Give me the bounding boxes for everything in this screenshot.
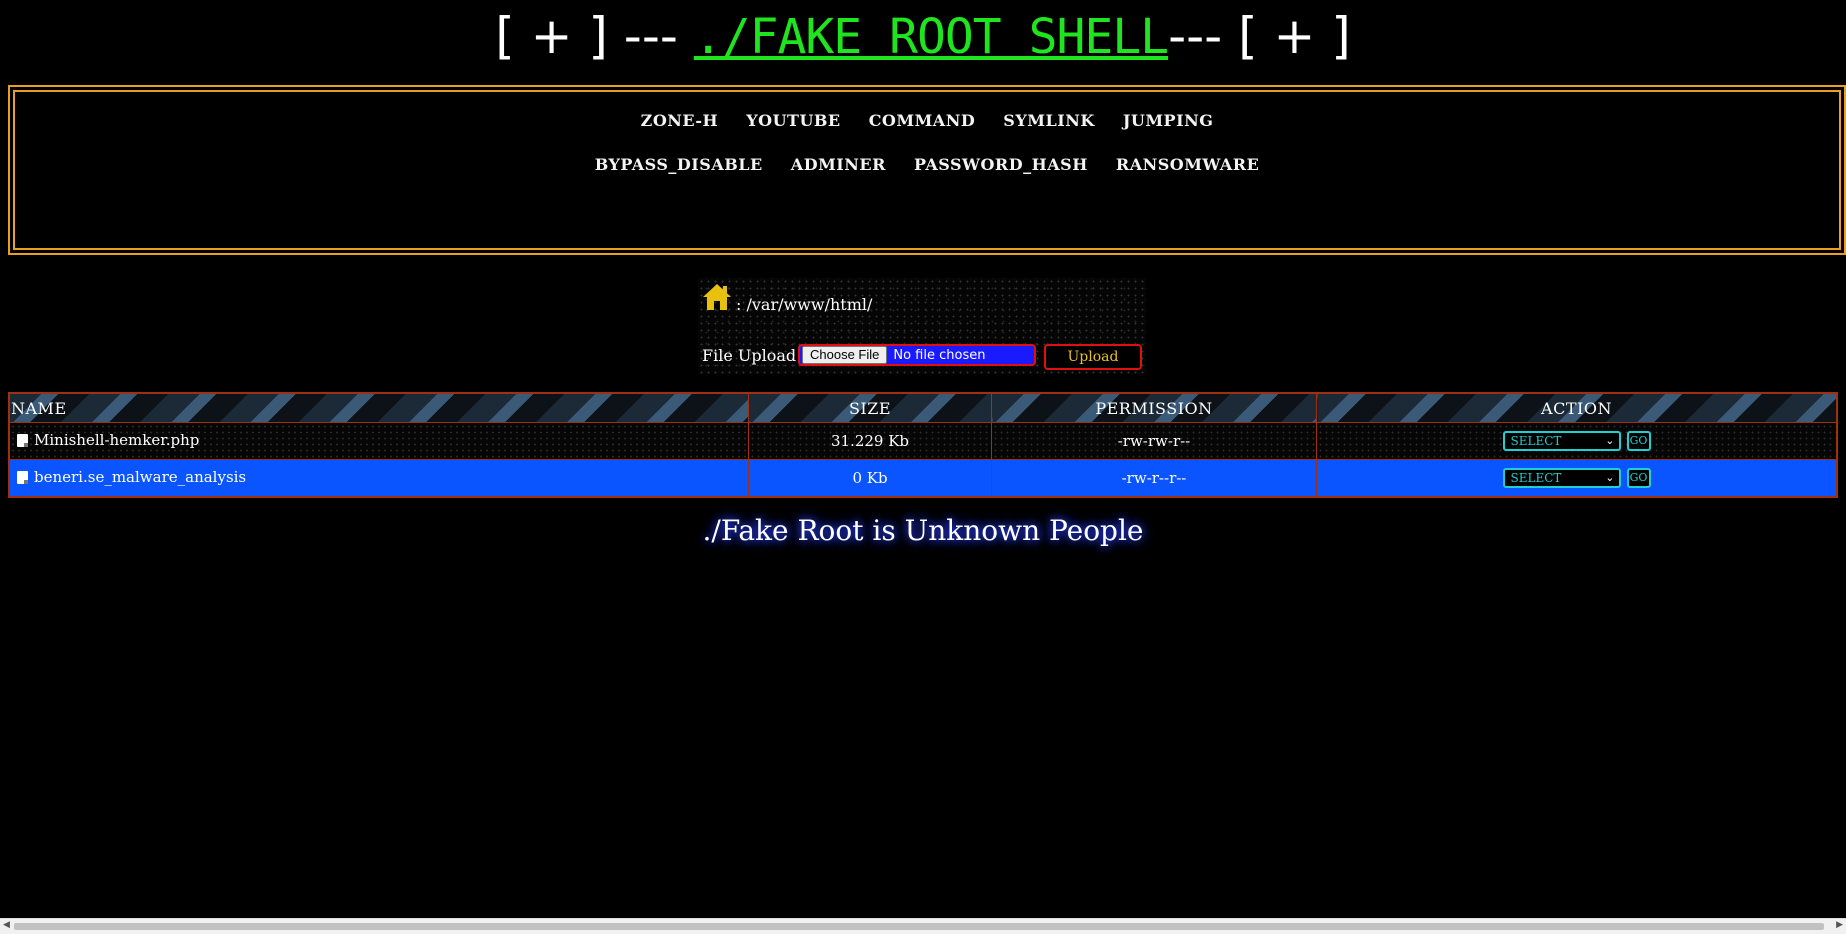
scroll-left-icon[interactable]: ◀	[3, 920, 10, 930]
table-header-row: NAME SIZE PERMISSION ACTION	[8, 392, 1838, 423]
cell-action: SELECT ⌄ GO	[1316, 459, 1838, 498]
header-size: SIZE	[748, 392, 992, 423]
file-name[interactable]: beneri.se_malware_analysis	[34, 468, 246, 486]
cell-permission[interactable]: -rw-r--r--	[991, 459, 1317, 498]
action-select[interactable]: SELECT ⌄	[1502, 431, 1621, 451]
nav-adminer[interactable]: ADMINER	[791, 155, 886, 174]
file-chosen-text: No file chosen	[893, 347, 986, 363]
nav-symlink[interactable]: SYMLINK	[1003, 111, 1094, 130]
file-link[interactable]: Minishell-hemker.php	[17, 431, 199, 449]
nav-zone-h[interactable]: ZONE-H	[641, 111, 719, 130]
chevron-down-icon: ⌄	[1605, 471, 1615, 484]
table-row: beneri.se_malware_analysis 0 Kb -rw-r--r…	[8, 459, 1838, 498]
choose-file-button[interactable]: Choose File	[802, 346, 888, 364]
go-button[interactable]: GO	[1626, 431, 1651, 451]
file-table: NAME SIZE PERMISSION ACTION Minishell-he…	[8, 392, 1838, 498]
nav-ransomware[interactable]: RANSOMWARE	[1116, 155, 1259, 174]
home-icon[interactable]	[702, 282, 732, 312]
file-icon	[17, 433, 28, 447]
upload-button[interactable]: Upload	[1044, 344, 1142, 370]
chevron-down-icon: ⌄	[1605, 434, 1615, 447]
path-upload-panel: : /var/www/html/ File Upload : Choose Fi…	[698, 278, 1146, 374]
action-select-value: SELECT	[1510, 471, 1562, 485]
banner-shell-link[interactable]: ./FAKE ROOT SHELL	[694, 9, 1169, 65]
cell-size: 0 Kb	[748, 459, 992, 498]
nav-jumping[interactable]: JUMPING	[1123, 111, 1214, 130]
file-name[interactable]: Minishell-hemker.php	[34, 431, 199, 449]
cell-size: 31.229 Kb	[748, 422, 992, 460]
nav-youtube[interactable]: YOUTUBE	[746, 111, 840, 130]
cell-name: Minishell-hemker.php	[8, 422, 749, 460]
file-upload-label: File Upload :	[702, 346, 807, 365]
banner-suffix: --- [ + ]	[1168, 7, 1351, 65]
nav-command[interactable]: COMMAND	[869, 111, 976, 130]
table-row: Minishell-hemker.php 31.229 Kb -rw-rw-r-…	[8, 422, 1838, 460]
nav-panel: ZONE-H YOUTUBE COMMAND SYMLINK JUMPING B…	[8, 85, 1846, 255]
action-select-value: SELECT	[1510, 434, 1562, 448]
banner-title: [ + ] --- ./FAKE ROOT SHELL--- [ + ]	[0, 0, 1846, 80]
nav-bypass-disable[interactable]: BYPASS_DISABLE	[595, 155, 763, 174]
nav-password-hash[interactable]: PASSWORD_HASH	[914, 155, 1088, 174]
file-link[interactable]: beneri.se_malware_analysis	[17, 468, 246, 486]
file-input[interactable]: Choose File No file chosen	[798, 344, 1036, 366]
banner-prefix: [ + ] ---	[495, 7, 694, 65]
header-action: ACTION	[1316, 392, 1838, 423]
cell-name: beneri.se_malware_analysis	[8, 459, 749, 498]
horizontal-scrollbar[interactable]: ◀ ▶	[0, 918, 1846, 934]
scrollbar-thumb[interactable]	[14, 923, 1824, 930]
footer-tagline: ./Fake Root is Unknown People	[702, 514, 1144, 547]
nav-row-1: ZONE-H YOUTUBE COMMAND SYMLINK JUMPING	[10, 111, 1844, 130]
current-path[interactable]: : /var/www/html/	[736, 295, 872, 314]
cell-permission[interactable]: -rw-rw-r--	[991, 422, 1317, 460]
action-select[interactable]: SELECT ⌄	[1502, 468, 1621, 488]
go-button[interactable]: GO	[1626, 468, 1651, 488]
header-name: NAME	[8, 392, 749, 423]
nav-row-2: BYPASS_DISABLE ADMINER PASSWORD_HASH RAN…	[10, 155, 1844, 174]
cell-action: SELECT ⌄ GO	[1316, 422, 1838, 460]
header-permission: PERMISSION	[991, 392, 1317, 423]
file-icon	[17, 470, 28, 484]
scroll-right-icon[interactable]: ▶	[1836, 920, 1843, 930]
